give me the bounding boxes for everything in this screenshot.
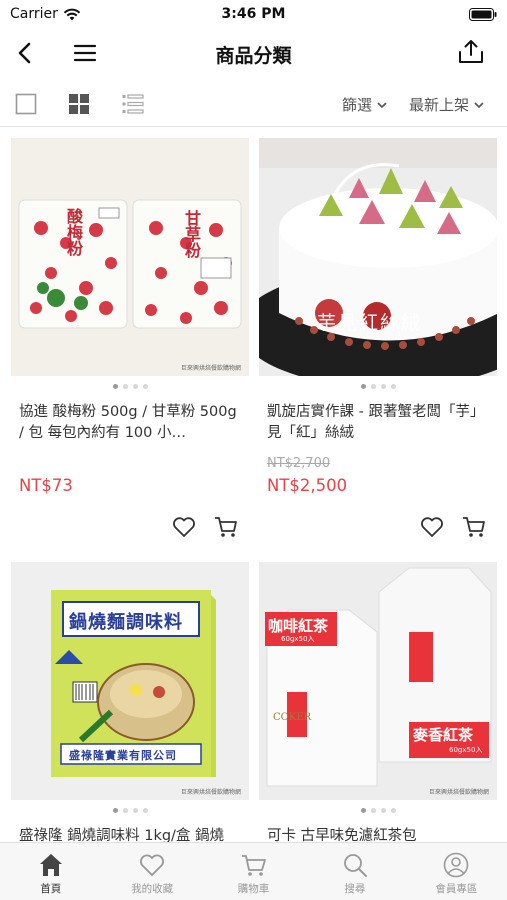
tab-home[interactable]: 首頁 bbox=[0, 843, 101, 900]
tab-label: 會員專區 bbox=[435, 883, 478, 895]
bottom-tab-bar: 首頁 我的收藏 購物車 搜尋 會員專區 bbox=[0, 842, 507, 900]
product-price: NT$73 bbox=[19, 476, 73, 495]
card-actions bbox=[259, 508, 497, 548]
pager-dot bbox=[380, 808, 386, 813]
product-grid: 酸梅粉 甘草粉 巨來興烘焙餐飲購物網 協進 酸梅粉 500g / 甘草粉 500… bbox=[0, 138, 507, 842]
cart-icon bbox=[241, 855, 266, 876]
status-time: 3:46 PM bbox=[221, 6, 286, 22]
toolbar-divider bbox=[0, 126, 507, 127]
product-price: NT$2,500 bbox=[267, 476, 348, 495]
cart-icon[interactable] bbox=[213, 514, 239, 540]
watermark: 巨來興烘焙餐飲購物網 bbox=[180, 789, 241, 796]
right-pack-tag: 麥香紅茶 bbox=[413, 726, 474, 744]
pager-dot bbox=[112, 808, 118, 813]
product-name[interactable]: 協進 酸梅粉 500g / 甘草粉 500g / 包 每包內約有 100 小… bbox=[11, 402, 249, 444]
product-old-price: NT$2,700 bbox=[267, 456, 331, 471]
view-toolbar: 篩選 最新上架 bbox=[0, 84, 507, 124]
product-old-price bbox=[11, 456, 249, 474]
seasoning-box-image bbox=[11, 562, 249, 800]
image-pager bbox=[259, 808, 497, 814]
right-pack-sub: 60gx50入 bbox=[449, 746, 483, 754]
pager-dot bbox=[360, 808, 366, 813]
tab-search[interactable]: 搜尋 bbox=[304, 843, 405, 900]
nav-bar: 商品分類 bbox=[0, 28, 507, 78]
product-image[interactable]: 酸梅粉 甘草粉 巨來興烘焙餐飲購物網 bbox=[11, 138, 249, 376]
list-view-icon[interactable] bbox=[121, 92, 145, 116]
page-title: 商品分類 bbox=[215, 45, 292, 67]
cart-icon[interactable] bbox=[461, 514, 487, 540]
plum-powder-packs-image bbox=[11, 138, 249, 376]
share-icon[interactable] bbox=[457, 38, 485, 66]
product-name[interactable]: 可卡 古早味免濾紅茶包 bbox=[259, 826, 497, 842]
card-actions bbox=[11, 508, 249, 548]
image-pager bbox=[11, 808, 249, 814]
brand-label: COKER bbox=[273, 712, 312, 723]
product-name[interactable]: 凱旋店實作課 - 跟著蟹老闆「芋」見「紅」絲絨 bbox=[259, 402, 497, 444]
watermark: 巨來興烘焙餐飲購物網 bbox=[180, 365, 241, 372]
pager-dot bbox=[142, 384, 148, 389]
heart-icon[interactable] bbox=[171, 514, 197, 540]
tab-label: 首頁 bbox=[40, 883, 62, 895]
home-icon bbox=[39, 854, 62, 876]
cake-overlay-text: 芋見紅絲絨 bbox=[317, 312, 423, 334]
pager-dot bbox=[122, 384, 128, 389]
heart-icon bbox=[140, 854, 165, 876]
pager-dot bbox=[132, 808, 138, 813]
red-velvet-cake-image bbox=[259, 138, 497, 376]
tab-label: 搜尋 bbox=[344, 883, 366, 895]
product-card[interactable]: 酸梅粉 甘草粉 巨來興烘焙餐飲購物網 協進 酸梅粉 500g / 甘草粉 500… bbox=[11, 138, 249, 548]
product-image[interactable]: 咖啡紅茶 60gx50入 麥香紅茶 60gx50入 COKER 巨來興烘焙餐飲購… bbox=[259, 562, 497, 800]
pager-dot bbox=[132, 384, 138, 389]
tab-member[interactable]: 會員專區 bbox=[406, 843, 507, 900]
product-card[interactable]: 芋見紅絲絨 凱旋店實作課 - 跟著蟹老闆「芋」見「紅」絲絨 NT$2,700 N… bbox=[259, 138, 497, 548]
single-view-icon[interactable] bbox=[14, 92, 38, 116]
pager-dot bbox=[360, 384, 366, 389]
pager-dot bbox=[390, 384, 396, 389]
bag-label-right: 甘草粉 bbox=[182, 210, 201, 258]
heart-icon[interactable] bbox=[419, 514, 445, 540]
sort-dropdown[interactable]: 最新上架 bbox=[409, 94, 485, 115]
pager-dot bbox=[112, 384, 118, 389]
left-pack-tag: 咖啡紅茶 bbox=[268, 617, 329, 635]
search-icon bbox=[344, 854, 367, 877]
tab-label: 我的收藏 bbox=[131, 883, 174, 895]
pager-dot bbox=[370, 808, 376, 813]
pager-dot bbox=[370, 384, 376, 389]
user-icon bbox=[444, 852, 469, 878]
grid-view-icon[interactable] bbox=[67, 92, 91, 116]
image-pager bbox=[259, 384, 497, 390]
tea-bag-packs-image bbox=[259, 562, 497, 800]
tab-favorites[interactable]: 我的收藏 bbox=[101, 843, 202, 900]
box-maker: 盛祿隆實業有限公司 bbox=[69, 749, 177, 762]
filter-label: 篩選 bbox=[342, 96, 373, 114]
watermark: 巨來興烘焙餐飲購物網 bbox=[428, 789, 489, 796]
product-card[interactable]: 咖啡紅茶 60gx50入 麥香紅茶 60gx50入 COKER 巨來興烘焙餐飲購… bbox=[259, 562, 497, 842]
pager-dot bbox=[380, 384, 386, 389]
tab-cart[interactable]: 購物車 bbox=[203, 843, 304, 900]
pager-dot bbox=[122, 808, 128, 813]
product-card[interactable]: 鍋燒麵調味料 盛祿隆實業有限公司 巨來興烘焙餐飲購物網 盛祿隆 鍋燒調味料 1k… bbox=[11, 562, 249, 842]
chevron-down-icon bbox=[474, 101, 484, 108]
bag-label-left: 酸梅粉 bbox=[64, 208, 83, 256]
pager-dot bbox=[142, 808, 148, 813]
box-label: 鍋燒麵調味料 bbox=[69, 612, 183, 633]
tab-label: 購物車 bbox=[237, 883, 270, 895]
product-name[interactable]: 盛祿隆 鍋燒調味料 1kg/盒 鍋燒 bbox=[11, 826, 249, 842]
status-bar: Carrier 3:46 PM bbox=[0, 0, 507, 28]
image-pager bbox=[11, 384, 249, 390]
left-pack-sub: 60gx50入 bbox=[281, 635, 315, 643]
product-image[interactable]: 芋見紅絲絨 bbox=[259, 138, 497, 376]
pager-dot bbox=[390, 808, 396, 813]
chevron-down-icon bbox=[377, 101, 387, 108]
filter-dropdown[interactable]: 篩選 bbox=[342, 94, 388, 115]
product-image[interactable]: 鍋燒麵調味料 盛祿隆實業有限公司 巨來興烘焙餐飲購物網 bbox=[11, 562, 249, 800]
sort-label: 最新上架 bbox=[409, 96, 470, 114]
